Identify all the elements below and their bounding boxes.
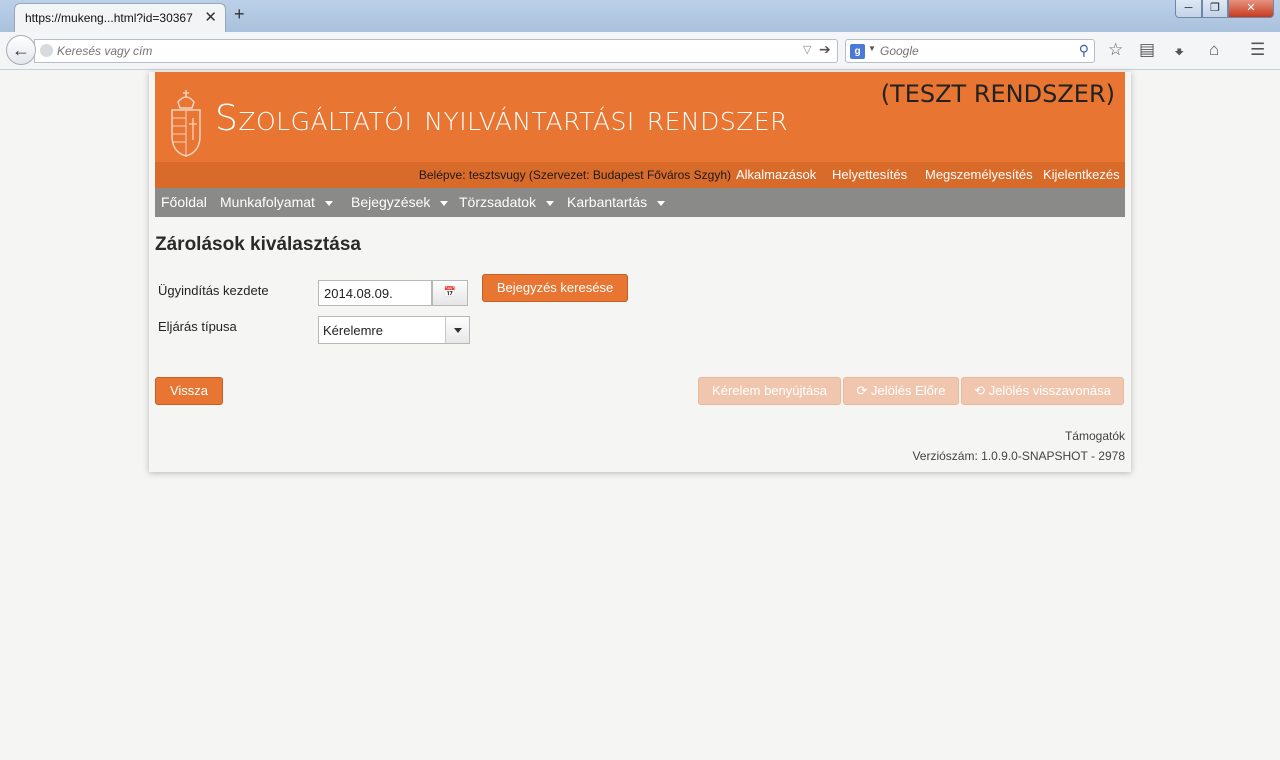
mark-revoke-button[interactable]: ⟲ Jelölés visszavonása xyxy=(961,377,1124,405)
url-input[interactable] xyxy=(57,42,797,60)
main-menu: Főoldal Munkafolyamat Bejegyzések Törzsa… xyxy=(155,188,1125,217)
reading-list-icon[interactable]: ▤ xyxy=(1139,40,1155,60)
start-date-label: Ügyindítás kezdete xyxy=(158,283,269,298)
site-header: Szolgáltatói nyilvántartási rendszer (TE… xyxy=(155,72,1125,162)
browser-tab[interactable]: https://mukeng...html?id=30367 ✕ xyxy=(14,3,226,33)
mark-forward-label: Jelölés Előre xyxy=(871,383,946,398)
menu-item-label: Törzsadatok xyxy=(459,194,537,210)
url-dropdown-icon[interactable]: ▽ xyxy=(803,43,811,56)
menu-item-entries[interactable]: Bejegyzések xyxy=(351,194,449,210)
menu-item-label: Munkafolyamat xyxy=(220,194,315,210)
link-substitution[interactable]: Helyettesítés xyxy=(832,167,907,182)
back-page-button[interactable]: Vissza xyxy=(155,377,223,405)
bookmark-star-icon[interactable]: ☆ xyxy=(1108,40,1123,60)
menu-item-label: Bejegyzések xyxy=(351,194,431,210)
search-engine-icon[interactable]: g xyxy=(850,44,865,59)
menu-item-label: Karbantartás xyxy=(567,194,648,210)
url-bar[interactable]: ▽ ➔ xyxy=(34,39,838,63)
go-arrow-icon[interactable]: ➔ xyxy=(819,41,831,58)
version-info: Verziószám: 1.0.9.0-SNAPSHOT - 2978 xyxy=(912,449,1125,463)
minimize-window-button[interactable]: ─ xyxy=(1175,0,1202,18)
tab-title: https://mukeng...html?id=30367 xyxy=(25,11,193,25)
undo-icon: ⟲ xyxy=(974,383,989,398)
search-engine-dropdown-icon[interactable]: ▼ xyxy=(868,44,876,53)
menu-item-workflow[interactable]: Munkafolyamat xyxy=(220,194,333,210)
mark-forward-button[interactable]: ⟳ Jelölés Előre xyxy=(843,377,959,405)
back-button[interactable]: ← xyxy=(6,35,36,65)
submit-request-button[interactable]: Kérelem benyújtása xyxy=(698,377,841,405)
procedure-type-select[interactable]: Kérelemre xyxy=(318,316,470,344)
menu-item-label: Főoldal xyxy=(161,194,207,210)
new-tab-icon[interactable]: + xyxy=(234,4,245,25)
chevron-down-icon[interactable] xyxy=(445,317,469,343)
globe-icon xyxy=(40,44,53,57)
menu-item-maintenance[interactable]: Karbantartás xyxy=(567,194,666,210)
chevron-down-icon xyxy=(440,200,449,206)
calendar-icon[interactable]: 📅 xyxy=(432,280,468,306)
page-container: Szolgáltatói nyilvántartási rendszer (TE… xyxy=(149,72,1131,472)
close-window-button[interactable]: ✕ xyxy=(1228,0,1274,18)
link-logout[interactable]: Kijelentkezés xyxy=(1043,167,1120,182)
link-applications[interactable]: Alkalmazások xyxy=(736,167,816,182)
search-input[interactable] xyxy=(880,42,1070,60)
chevron-down-icon xyxy=(657,200,666,206)
browser-titlebar: https://mukeng...html?id=30367 ✕ + ─ ❐ ✕ xyxy=(0,0,1280,33)
link-impersonation[interactable]: Megszemélyesítés xyxy=(925,167,1033,182)
menu-item-home[interactable]: Főoldal xyxy=(161,194,207,210)
refresh-icon: ⟳ xyxy=(856,383,872,398)
browser-navbar: ▽ ➔ ← g ▼ ⚲ xyxy=(0,32,1280,70)
home-icon[interactable]: ⌂ xyxy=(1209,40,1219,60)
chevron-down-icon xyxy=(324,200,333,206)
menu-item-master-data[interactable]: Törzsadatok xyxy=(459,194,555,210)
search-icon[interactable]: ⚲ xyxy=(1079,42,1089,59)
site-title: Szolgáltatói nyilvántartási rendszer xyxy=(215,98,789,139)
hungarian-crest-icon xyxy=(171,90,201,157)
login-info: Belépve: tesztsvugy (Szervezet: Budapest… xyxy=(418,168,731,182)
tab-close-icon[interactable]: ✕ xyxy=(204,8,217,26)
user-bar: Belépve: tesztsvugy (Szervezet: Budapest… xyxy=(155,162,1125,188)
menu-hamburger-icon[interactable]: ☰ xyxy=(1250,40,1265,60)
chevron-down-icon xyxy=(546,200,555,206)
supporters-link[interactable]: Támogatók xyxy=(1065,429,1125,443)
search-entries-button[interactable]: Bejegyzés keresése xyxy=(482,274,628,302)
search-bar[interactable]: g ▼ ⚲ xyxy=(845,39,1095,63)
mark-revoke-label: Jelölés visszavonása xyxy=(988,383,1111,398)
maximize-window-button[interactable]: ❐ xyxy=(1202,0,1228,18)
test-system-badge: (TESZT RENDSZER) xyxy=(880,80,1115,108)
procedure-type-value: Kérelemre xyxy=(323,323,383,338)
start-date-field[interactable] xyxy=(318,280,432,306)
page-title: Zárolások kiválasztása xyxy=(155,234,361,255)
procedure-type-label: Eljárás típusa xyxy=(158,319,237,334)
downloads-icon[interactable]: 🠻 xyxy=(1174,40,1184,69)
